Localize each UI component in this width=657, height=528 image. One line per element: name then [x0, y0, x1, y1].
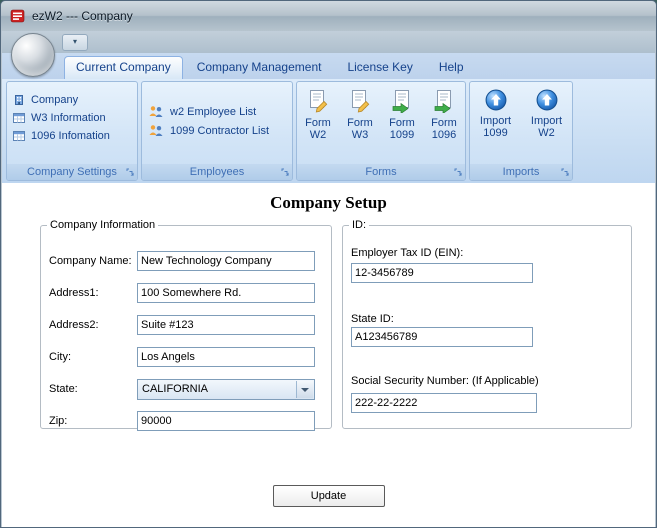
ribbon-item-label: W3 Information [31, 112, 106, 124]
city-input[interactable] [137, 347, 315, 367]
ribbon-button-form-w2[interactable]: Form W2 [297, 82, 339, 164]
contractor-list-icon [148, 124, 164, 137]
button-label-line1: Import [479, 115, 512, 127]
address2-input[interactable] [137, 315, 315, 335]
quick-access-toolbar: ▾ [2, 31, 655, 53]
ssn-label: Social Security Number: (If Applicable) [351, 375, 539, 387]
group-label-company-settings: Company Settings [7, 164, 137, 180]
address1-input[interactable] [137, 283, 315, 303]
button-label-line2: 1096 [431, 129, 457, 141]
button-label-line1: Form [305, 117, 331, 129]
ribbon-button-form-w3[interactable]: Form W3 [339, 82, 381, 164]
group-label-text: Imports [502, 166, 540, 178]
button-label-line2: 1099 [389, 129, 415, 141]
group-label-text: Employees [189, 166, 245, 178]
zip-input[interactable] [137, 411, 315, 431]
qat-dropdown-icon[interactable]: ▾ [62, 34, 88, 51]
tab-company-management[interactable]: Company Management [185, 56, 334, 79]
form-1099-icon [390, 89, 414, 113]
w3-information-icon [13, 112, 25, 124]
company-icon [13, 94, 25, 106]
state-select[interactable]: CALIFORNIA [137, 379, 315, 400]
dialog-launcher-icon[interactable] [125, 167, 135, 177]
tab-current-company[interactable]: Current Company [64, 56, 183, 79]
app-window: ezW2 --- Company ▾ Current Company Compa… [0, 0, 657, 528]
form-1096-icon [432, 89, 456, 113]
ribbon-item-company[interactable]: Company [7, 91, 137, 109]
ribbon-item-label: 1099 Contractor List [170, 124, 270, 137]
ribbon-item-w3-information[interactable]: W3 Information [7, 109, 137, 127]
id-group: ID: Employer Tax ID (EIN): State ID: Soc… [342, 219, 632, 429]
ribbon-group-employees: w2 Employee List 1099 Contractor List Em… [141, 81, 293, 181]
company-name-label: Company Name: [49, 255, 132, 267]
ribbon-item-1099-contractor-list[interactable]: 1099 Contractor List [142, 121, 292, 140]
tab-license-key[interactable]: License Key [335, 56, 424, 79]
button-label-line2: 1099 [483, 127, 508, 139]
ribbon-item-1096-information[interactable]: 1096 Infomation [7, 127, 137, 145]
ribbon-tab-strip: Current Company Company Management Licen… [2, 53, 655, 79]
group-label-forms: Forms [297, 164, 465, 180]
ribbon-item-label: 1096 Infomation [31, 130, 110, 142]
ribbon-group-company-settings: Company W3 Information 1096 Infomation C… [6, 81, 138, 181]
update-button[interactable]: Update [272, 485, 385, 507]
ribbon-button-import-1099[interactable]: Import 1099 [470, 82, 521, 164]
page-title: Company Setup [270, 193, 387, 212]
ein-label: Employer Tax ID (EIN): [351, 247, 464, 259]
button-label-line1: Form [389, 117, 415, 129]
app-icon [10, 8, 26, 24]
ribbon-group-imports: Import 1099 Import W2 Imports [469, 81, 573, 181]
city-label: City: [49, 351, 71, 363]
dialog-launcher-icon[interactable] [280, 167, 290, 177]
button-label-line2: W2 [538, 127, 555, 139]
button-label-line1: Form [431, 117, 457, 129]
dialog-launcher-icon[interactable] [560, 167, 570, 177]
group-label-employees: Employees [142, 164, 292, 180]
info-1096-icon [13, 130, 25, 142]
state-dropdown-icon[interactable] [296, 381, 313, 398]
zip-label: Zip: [49, 415, 68, 427]
ssn-input[interactable] [351, 393, 537, 413]
title-bar: ezW2 --- Company [1, 1, 656, 31]
group-label-text: Company Settings [27, 166, 117, 178]
company-name-input[interactable] [137, 251, 315, 271]
dialog-launcher-icon[interactable] [453, 167, 463, 177]
ribbon-button-form-1099[interactable]: Form 1099 [381, 82, 423, 164]
company-information-legend: Company Information [50, 219, 156, 231]
button-label-line1: Form [347, 117, 373, 129]
window-title: ezW2 --- Company [32, 9, 133, 23]
import-1099-icon [485, 89, 507, 111]
ribbon: Company W3 Information 1096 Infomation C… [2, 79, 655, 183]
state-id-input[interactable] [351, 327, 533, 347]
company-setup-panel: Company Setup Company Information Compan… [2, 183, 655, 527]
button-label-line2: W2 [309, 129, 327, 141]
id-legend: ID: [352, 219, 367, 231]
ribbon-group-forms: Form W2 Form W3 Form 1099 Form 1096 Form… [296, 81, 466, 181]
state-select-value: CALIFORNIA [142, 383, 209, 395]
ribbon-item-label: w2 Employee List [170, 105, 257, 118]
state-id-label: State ID: [351, 313, 394, 325]
address1-label: Address1: [49, 287, 99, 299]
ribbon-button-form-1096[interactable]: Form 1096 [423, 82, 465, 164]
ein-input[interactable] [351, 263, 533, 283]
group-label-text: Forms [365, 166, 397, 178]
button-label-line2: W3 [351, 129, 369, 141]
state-label: State: [49, 383, 78, 395]
ribbon-item-label: Company [31, 94, 79, 106]
address2-label: Address2: [49, 319, 99, 331]
form-w2-icon [306, 89, 330, 113]
application-menu-button[interactable] [11, 33, 55, 77]
ribbon-item-w2-employee-list[interactable]: w2 Employee List [142, 102, 292, 121]
import-w2-icon [536, 89, 558, 111]
button-label-line1: Import [530, 115, 563, 127]
form-w3-icon [348, 89, 372, 113]
w2-employee-list-icon [148, 105, 164, 118]
ribbon-button-import-w2[interactable]: Import W2 [521, 82, 572, 164]
tab-help[interactable]: Help [427, 56, 476, 79]
group-label-imports: Imports [470, 164, 572, 180]
company-information-group: Company Information Company Name: Addres… [40, 219, 332, 431]
